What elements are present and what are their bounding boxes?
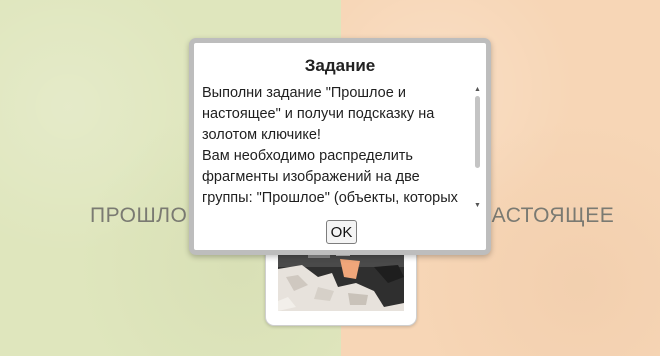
image-fragment	[278, 247, 404, 311]
past-group-label: ПРОШЛОЕ	[90, 204, 202, 227]
scroll-thumb[interactable]	[475, 96, 480, 168]
scroll-up-icon[interactable]: ▲	[473, 86, 482, 94]
dialog-title: Задание	[304, 56, 376, 75]
game-stage: ПРОШЛОЕ НАСТОЯЩЕЕ Задание Выполни задани…	[0, 0, 660, 356]
dialog-text-paragraph: Вам необходимо распределить фрагменты из…	[202, 148, 458, 206]
ok-button[interactable]: OK	[326, 220, 357, 244]
dialog-text-paragraph: Выполни задание "Прошлое и настоящее" и …	[202, 85, 435, 143]
present-group-label: НАСТОЯЩЕЕ	[476, 204, 615, 227]
scroll-down-icon[interactable]: ▼	[473, 202, 482, 210]
dialog-text[interactable]: Выполни задание "Прошлое и настоящее" и …	[202, 83, 472, 208]
task-dialog: Задание Выполни задание "Прошлое и насто…	[189, 38, 491, 255]
dialog-scrollbar[interactable]: ▲ ▼	[473, 86, 482, 210]
